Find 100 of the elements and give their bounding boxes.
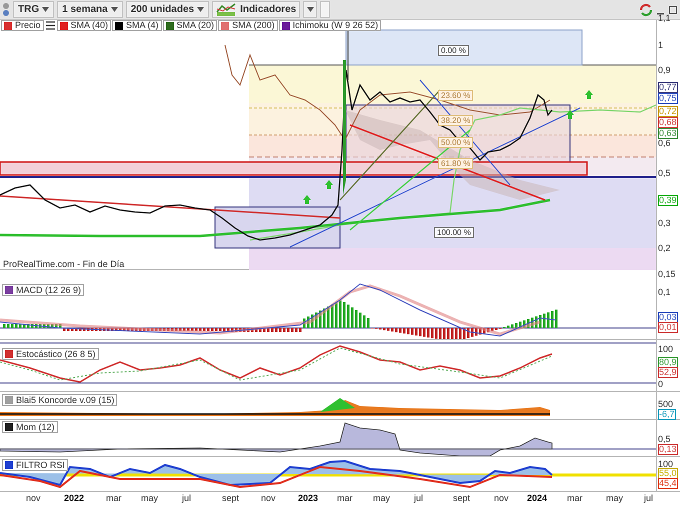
price-tag: 0,72 bbox=[658, 106, 678, 117]
histogram-bar bbox=[555, 310, 558, 328]
data-source-label: ProRealTime.com - Fin de Día bbox=[3, 259, 124, 269]
histogram-bar bbox=[167, 328, 170, 331]
histogram-bar bbox=[275, 328, 278, 332]
histogram-bar bbox=[327, 306, 330, 328]
histogram-bar bbox=[19, 324, 22, 328]
price-tag: 0,68 bbox=[658, 117, 678, 128]
period-dropdown[interactable]: 1 semana bbox=[57, 1, 123, 18]
indicators-button[interactable]: Indicadores bbox=[212, 1, 300, 18]
histogram-bar bbox=[87, 328, 90, 331]
histogram-bar bbox=[143, 328, 146, 331]
histogram-bar bbox=[7, 324, 10, 328]
histogram-bar bbox=[223, 328, 226, 332]
date-axis-label: may bbox=[141, 493, 158, 503]
axis-label: 0,1 bbox=[658, 288, 671, 297]
histogram-bar bbox=[407, 328, 410, 334]
price-tag: -6,7 bbox=[658, 409, 676, 420]
histogram-bar bbox=[107, 328, 110, 331]
histogram-bar bbox=[471, 328, 474, 337]
fibonacci-level-label: 50.00 % bbox=[438, 137, 474, 148]
symbol-dropdown[interactable]: TRG bbox=[13, 1, 54, 18]
histogram-bar bbox=[51, 324, 54, 328]
histogram-bar bbox=[431, 328, 434, 338]
axis-label: 0,9 bbox=[658, 66, 671, 75]
date-axis-label: 2024 bbox=[527, 493, 548, 503]
histogram-bar bbox=[115, 328, 118, 331]
histogram-bar bbox=[67, 328, 70, 331]
histogram-bar bbox=[91, 328, 94, 331]
histogram-bar bbox=[383, 328, 386, 330]
indicators-menu-button[interactable] bbox=[303, 1, 318, 18]
histogram-bar bbox=[219, 328, 222, 331]
histogram-bar bbox=[339, 300, 342, 328]
indicator-legend-item[interactable]: SMA (4) bbox=[112, 20, 162, 31]
histogram-bar bbox=[215, 328, 218, 331]
fibonacci-level-label: 0.00 % bbox=[438, 45, 469, 56]
histogram-bar bbox=[191, 328, 194, 331]
histogram-bar bbox=[199, 328, 202, 331]
histogram-bar bbox=[59, 324, 62, 328]
histogram-bar bbox=[527, 319, 530, 328]
indicator-panel-label: Mom (12) bbox=[2, 421, 58, 433]
histogram-bar bbox=[231, 328, 234, 332]
fibonacci-level-label: 23.60 % bbox=[438, 90, 474, 101]
axis-label: 100 bbox=[658, 460, 674, 469]
date-axis-label: 2023 bbox=[298, 493, 318, 503]
date-axis-label: sept bbox=[453, 493, 470, 503]
histogram-bar bbox=[443, 328, 446, 339]
date-axis-label: mar bbox=[567, 493, 582, 503]
histogram-bar bbox=[171, 328, 174, 331]
units-dropdown[interactable]: 200 unidades bbox=[126, 1, 210, 18]
date-axis-label: may bbox=[606, 493, 624, 503]
axis-label: 0,5 bbox=[658, 169, 671, 178]
histogram-bar bbox=[247, 328, 250, 332]
indicator-legend-item[interactable]: Ichimoku (W 9 26 52) bbox=[278, 20, 382, 31]
histogram-bar bbox=[263, 328, 266, 332]
histogram-bar bbox=[147, 328, 150, 331]
caret-icon bbox=[110, 7, 118, 12]
link-icon[interactable] bbox=[2, 2, 10, 18]
date-axis-label: mar bbox=[337, 493, 352, 503]
histogram-bar bbox=[435, 328, 438, 339]
fibonacci-level-label: 38.20 % bbox=[438, 115, 474, 126]
histogram-bar bbox=[3, 324, 6, 328]
price-tag: 0,03 bbox=[658, 312, 678, 323]
histogram-bar bbox=[255, 328, 258, 332]
indicator-panel-label: FILTRO RSI bbox=[2, 459, 68, 471]
up-arrow-icon bbox=[325, 180, 333, 189]
histogram-bar bbox=[447, 328, 450, 339]
price-tag: 0,01 bbox=[658, 322, 678, 333]
histogram-bar bbox=[399, 328, 402, 333]
caret-icon bbox=[42, 7, 50, 12]
histogram-bar bbox=[359, 312, 362, 328]
indicator-legend-item[interactable]: SMA (40) bbox=[56, 20, 112, 31]
axis-label: 0,15 bbox=[658, 270, 676, 279]
histogram-bar bbox=[343, 302, 346, 328]
axis-label: 0,2 bbox=[658, 244, 671, 253]
histogram-bar bbox=[439, 328, 442, 339]
indicator-legend-item[interactable]: Precio bbox=[1, 20, 44, 31]
histogram-bar bbox=[127, 328, 130, 331]
histogram-bar bbox=[323, 308, 326, 328]
histogram-bar bbox=[355, 310, 358, 328]
indicator-panel-label: Blai5 Koncorde v.09 (15) bbox=[2, 394, 118, 406]
histogram-bar bbox=[99, 328, 102, 331]
histogram-bar bbox=[235, 328, 238, 332]
histogram-bar bbox=[367, 318, 370, 328]
list-icon[interactable] bbox=[44, 20, 56, 31]
indicator-legend-item[interactable]: SMA (20) bbox=[162, 20, 218, 31]
date-axis-label: jul bbox=[182, 493, 192, 503]
histogram-bar bbox=[123, 328, 126, 331]
histogram-bar bbox=[423, 328, 426, 337]
histogram-bar bbox=[331, 304, 334, 328]
histogram-bar bbox=[455, 328, 458, 339]
date-axis-label: mar bbox=[106, 493, 122, 503]
histogram-bar bbox=[183, 328, 186, 331]
indicator-legend-item[interactable]: SMA (200) bbox=[218, 20, 278, 31]
histogram-bar bbox=[415, 328, 418, 336]
histogram-bar bbox=[139, 328, 142, 331]
histogram-bar bbox=[15, 324, 18, 328]
indicator-panel-label: Estocástico (26 8 5) bbox=[2, 348, 99, 360]
histogram-bar bbox=[287, 328, 290, 332]
refresh-icon[interactable] bbox=[639, 2, 653, 16]
